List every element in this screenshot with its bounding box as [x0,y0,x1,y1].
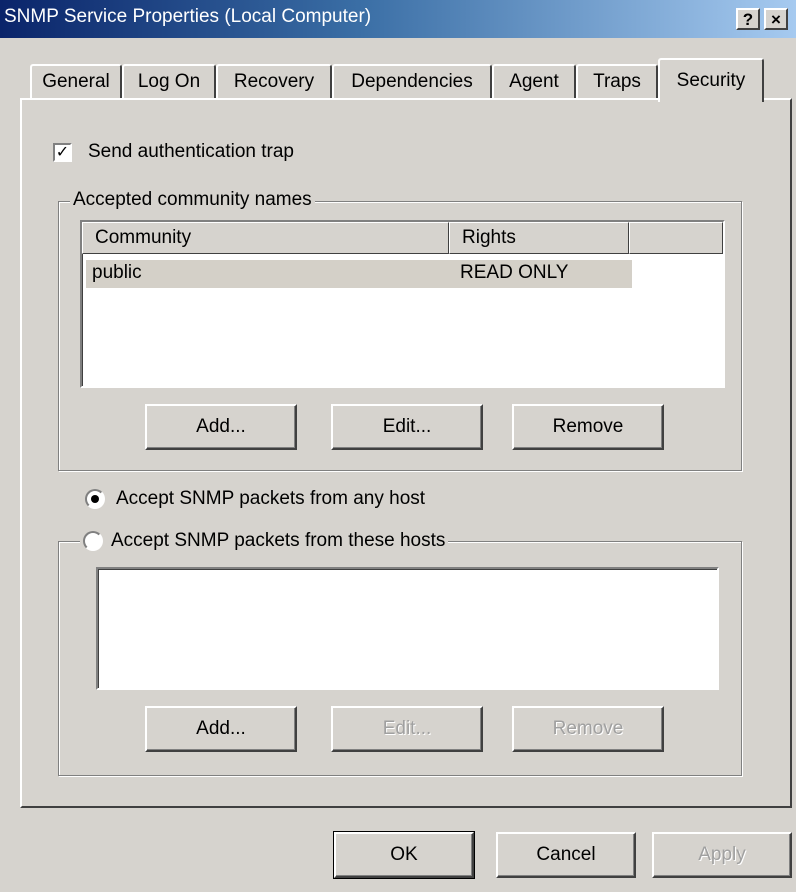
title-bar[interactable]: SNMP Service Properties (Local Computer)… [0,0,796,38]
accepted-hosts-legend: Accept SNMP packets from these hosts [80,528,449,554]
community-cell: public [92,262,142,283]
community-list[interactable]: Community Rights public READ ONLY [80,220,725,388]
close-button[interactable]: × [764,8,788,30]
community-remove-button[interactable]: Remove [512,404,664,450]
radio-selected-dot [91,495,99,503]
tab-dependencies[interactable]: Dependencies [332,64,492,98]
community-add-button[interactable]: Add... [145,404,297,450]
accept-these-hosts-label[interactable]: Accept SNMP packets from these hosts [111,530,445,552]
tab-log-on[interactable]: Log On [122,64,216,98]
apply-button: Apply [652,832,792,878]
accept-these-hosts-radio[interactable] [83,531,103,551]
cancel-button[interactable]: Cancel [496,832,636,878]
accept-any-host-label[interactable]: Accept SNMP packets from any host [116,488,425,510]
column-header-rights[interactable]: Rights [449,222,629,254]
community-names-legend: Accepted community names [70,189,315,211]
tab-recovery[interactable]: Recovery [216,64,332,98]
tab-general[interactable]: General [30,64,122,98]
hosts-add-button[interactable]: Add... [145,706,297,752]
column-header-empty [629,222,723,254]
ok-button[interactable]: OK [333,831,475,879]
hosts-remove-button: Remove [512,706,664,752]
help-button[interactable]: ? [736,8,760,30]
accept-any-host-radio[interactable] [85,489,105,509]
tab-security[interactable]: Security [658,58,764,102]
community-edit-button[interactable]: Edit... [331,404,483,450]
table-row[interactable]: public READ ONLY [86,260,632,288]
rights-cell: READ ONLY [460,262,569,283]
hosts-list[interactable] [96,567,719,690]
tab-traps[interactable]: Traps [576,64,658,98]
send-auth-trap-label[interactable]: Send authentication trap [88,141,294,163]
column-header-community[interactable]: Community [82,222,449,254]
hosts-edit-button: Edit... [331,706,483,752]
window-title: SNMP Service Properties (Local Computer) [4,6,372,27]
tab-agent[interactable]: Agent [492,64,576,98]
